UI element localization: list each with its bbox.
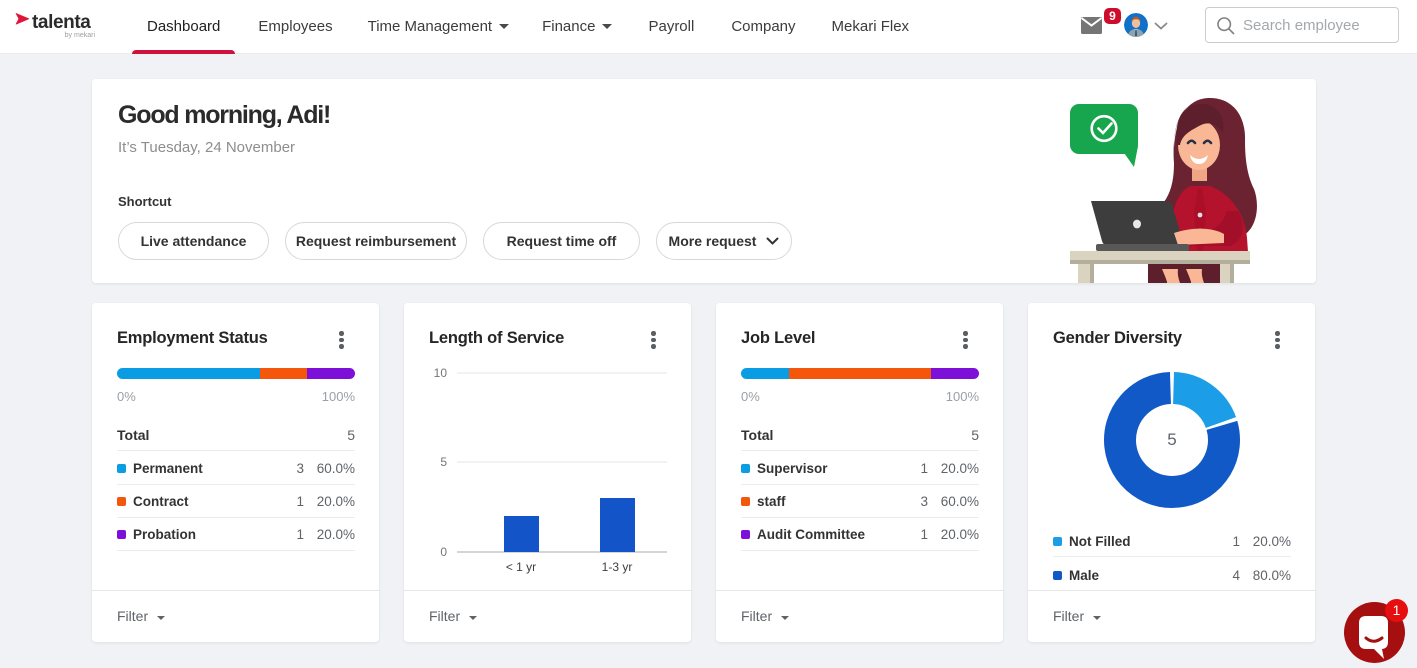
svg-text:by mekari: by mekari [65,32,96,39]
svg-text:5: 5 [440,455,447,469]
svg-text:10: 10 [434,366,448,380]
svg-text:< 1 yr: < 1 yr [506,560,536,574]
svg-text:0: 0 [440,545,447,559]
svg-text:talenta: talenta [32,12,91,33]
svg-text:1-3 yr: 1-3 yr [602,560,633,574]
